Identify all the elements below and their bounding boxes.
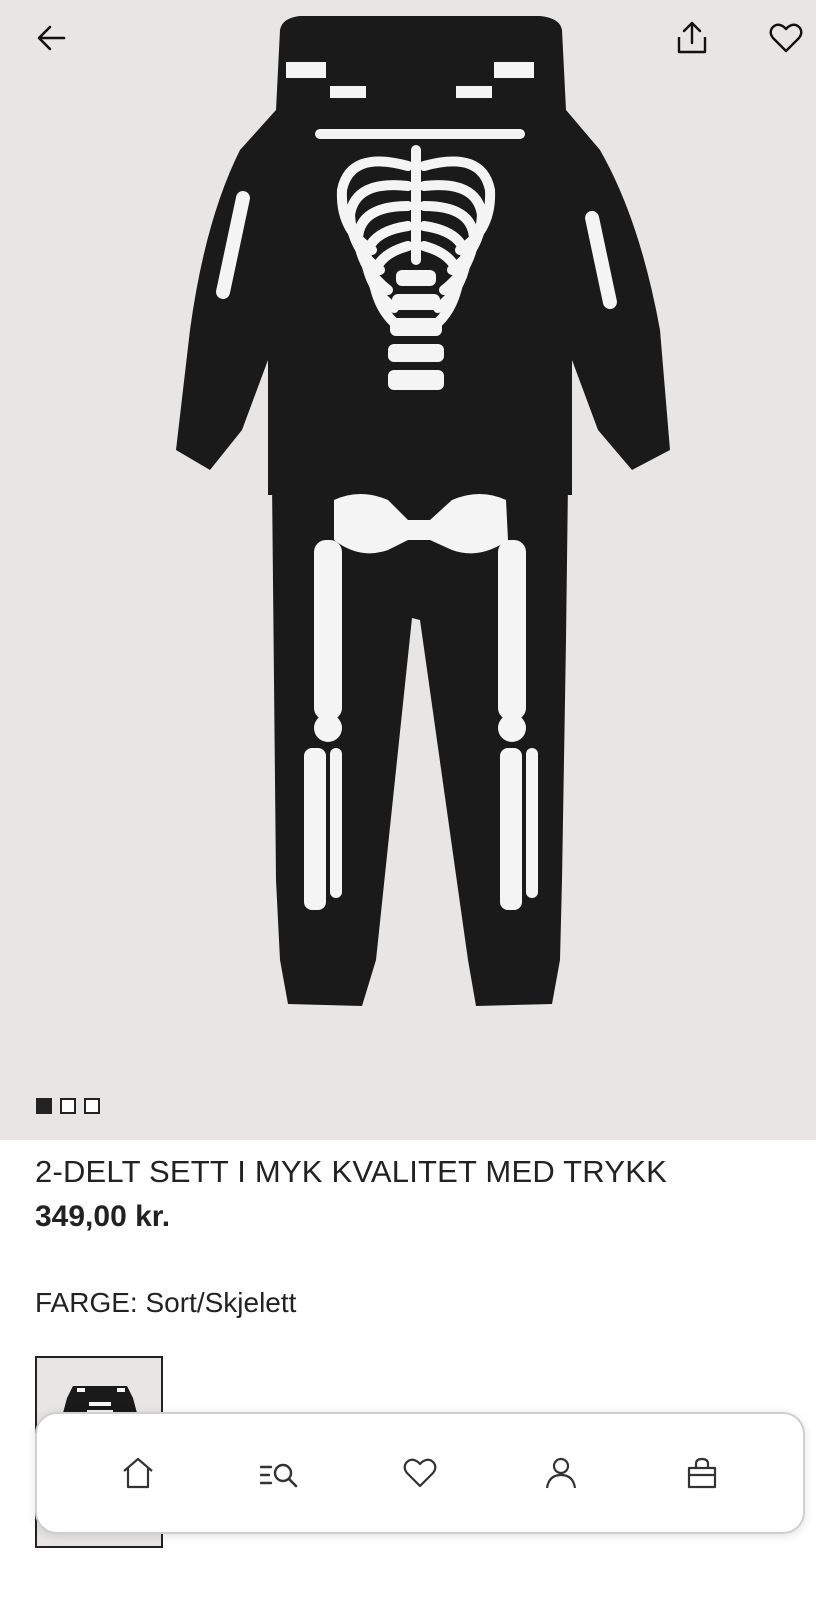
product-image bbox=[176, 16, 670, 1006]
nav-home[interactable] bbox=[108, 1443, 168, 1503]
shopping-bag-icon bbox=[688, 1457, 717, 1489]
product-title: 2-DELT SETT I MYK KVALITET MED TRYKK bbox=[35, 1154, 667, 1189]
color-info: FARGE: Sort/Skjelett bbox=[35, 1287, 296, 1319]
arrow-left-icon bbox=[37, 25, 66, 51]
nav-favorites[interactable] bbox=[390, 1443, 450, 1503]
user-icon bbox=[546, 1457, 577, 1489]
back-button[interactable] bbox=[24, 10, 80, 66]
product-image-gallery[interactable] bbox=[0, 0, 816, 1140]
gallery-dot-1[interactable] bbox=[36, 1098, 52, 1114]
product-price: 349,00 kr. bbox=[35, 1200, 171, 1233]
heart-icon bbox=[403, 1458, 437, 1488]
color-label: FARGE: bbox=[35, 1287, 138, 1318]
share-button[interactable] bbox=[664, 10, 720, 66]
color-value: Sort/Skjelett bbox=[145, 1287, 297, 1318]
bottom-navigation bbox=[35, 1412, 805, 1534]
nav-bag[interactable] bbox=[672, 1443, 732, 1503]
gallery-pagination bbox=[36, 1098, 100, 1114]
gallery-dot-2[interactable] bbox=[60, 1098, 76, 1114]
nav-search[interactable] bbox=[249, 1443, 309, 1503]
home-icon bbox=[122, 1457, 153, 1489]
heart-icon bbox=[769, 23, 803, 53]
gallery-dot-3[interactable] bbox=[84, 1098, 100, 1114]
share-icon bbox=[677, 21, 707, 54]
favorite-button[interactable] bbox=[758, 10, 814, 66]
nav-account[interactable] bbox=[531, 1443, 591, 1503]
search-menu-icon bbox=[259, 1463, 298, 1488]
